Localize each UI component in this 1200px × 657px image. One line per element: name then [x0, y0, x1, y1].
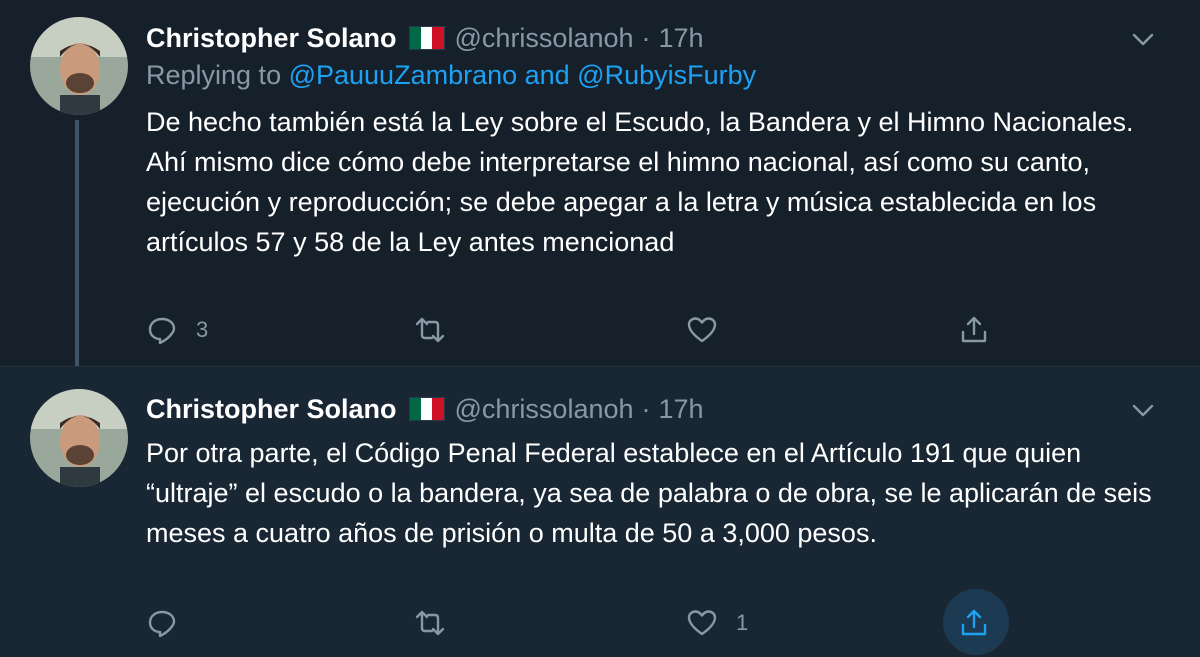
tweet-text-line: Ahí mismo dice cómo debe interpretarse e… [146, 147, 1097, 257]
tweet[interactable]: Christopher Solano @chrissolanoh · 17h P… [0, 366, 1200, 657]
thread-connector-line [75, 120, 79, 366]
mexico-flag-icon [408, 26, 445, 50]
timestamp[interactable]: 17h [659, 23, 704, 54]
like-button[interactable] [686, 310, 736, 350]
reply-icon [148, 317, 176, 345]
tweet-text: De hecho también está la Ley sobre el Es… [146, 102, 1156, 262]
share-button[interactable] [958, 310, 990, 350]
heart-icon [687, 317, 717, 343]
avatar[interactable] [30, 17, 128, 115]
author-handle[interactable]: @chrissolanoh [455, 394, 634, 425]
reply-count: 3 [196, 317, 209, 342]
tweet-actions: 1 [146, 589, 1009, 655]
retweet-icon [415, 317, 445, 343]
separator-dot: · [641, 22, 651, 53]
retweet-button[interactable] [414, 310, 464, 350]
mexico-flag-icon [408, 397, 445, 421]
retweet-button[interactable] [414, 603, 464, 643]
heart-icon [687, 610, 717, 636]
timestamp[interactable]: 17h [659, 394, 704, 425]
replying-mentions[interactable]: @PauuuZambrano and @RubyisFurby [289, 60, 757, 90]
avatar[interactable] [30, 389, 128, 487]
tweet-text: Por otra parte, el Código Penal Federal … [146, 433, 1156, 553]
author-name[interactable]: Christopher Solano [146, 394, 397, 425]
author-name[interactable]: Christopher Solano [146, 23, 397, 54]
chevron-down-icon[interactable] [1128, 395, 1158, 425]
tweet-text-line: De hecho también está la Ley sobre el Es… [146, 107, 1134, 137]
chevron-down-icon[interactable] [1128, 24, 1158, 54]
like-count: 1 [736, 610, 749, 635]
share-icon [961, 316, 987, 343]
tweet-text-line: Por otra parte, el Código Penal Federal … [146, 438, 1152, 548]
like-button[interactable]: 1 [686, 603, 748, 643]
share-icon [961, 609, 987, 636]
tweet-header: Christopher Solano @chrissolanoh · 17h [146, 389, 704, 429]
author-handle[interactable]: @chrissolanoh [455, 23, 634, 54]
replying-prefix: Replying to [146, 60, 289, 90]
separator-dot: · [641, 393, 651, 424]
reply-icon [148, 610, 176, 638]
reply-button[interactable] [146, 603, 196, 643]
replying-to: Replying to @PauuuZambrano and @RubyisFu… [146, 60, 756, 91]
reply-button[interactable]: 3 [146, 310, 208, 350]
retweet-icon [415, 610, 445, 636]
tweet[interactable]: Christopher Solano @chrissolanoh · 17h R… [0, 0, 1200, 366]
tweet-header: Christopher Solano @chrissolanoh · 17h [146, 18, 704, 58]
share-button[interactable] [958, 603, 990, 643]
tweet-actions: 3 [146, 310, 1006, 350]
